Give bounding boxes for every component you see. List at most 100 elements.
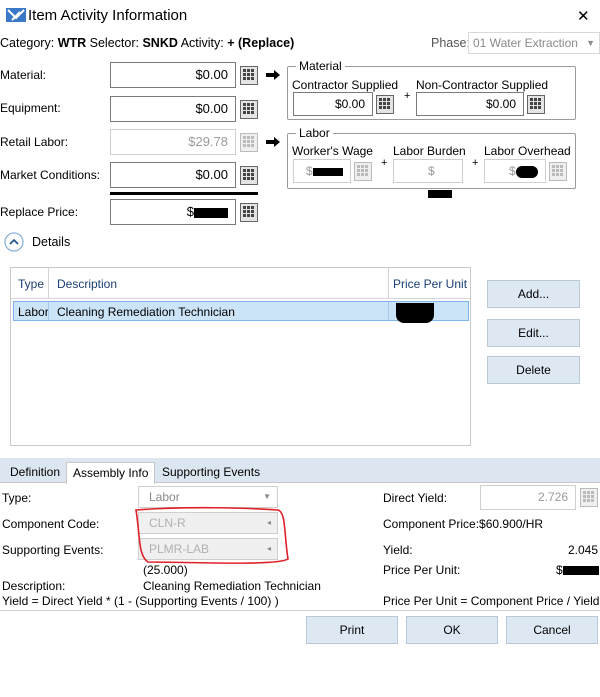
retail-labor-label: Retail Labor: bbox=[0, 135, 69, 149]
phase-select[interactable]: 01 Water Extraction ▼ bbox=[468, 32, 600, 54]
title-bar: Item Activity Information ✕ bbox=[0, 0, 600, 30]
app-icon bbox=[6, 8, 26, 22]
equipment-label: Equipment: bbox=[0, 101, 61, 115]
calculator-icon[interactable] bbox=[240, 203, 258, 222]
contractor-supplied-field[interactable]: $0.00 bbox=[293, 92, 373, 116]
arrow-right-icon bbox=[266, 137, 280, 147]
market-conditions-label: Market Conditions: bbox=[0, 168, 101, 182]
replace-price-prefix: $ bbox=[186, 204, 194, 219]
equipment-field[interactable]: $0.00 bbox=[110, 96, 236, 122]
details-label: Details bbox=[32, 235, 71, 249]
direct-yield-field: 2.726 bbox=[480, 485, 576, 510]
row-type: Labor bbox=[18, 305, 49, 319]
price-per-unit-value: $ bbox=[556, 563, 599, 577]
noncontractor-supplied-field[interactable]: $0.00 bbox=[416, 92, 524, 116]
category-label: Category: bbox=[0, 36, 55, 50]
supporting-events-label: Supporting Events: bbox=[2, 543, 104, 557]
direct-yield-label: Direct Yield: bbox=[383, 491, 448, 505]
burden-prefix: $ bbox=[428, 164, 435, 178]
plus-sign: + bbox=[381, 157, 388, 169]
column-divider bbox=[48, 268, 49, 299]
table-row[interactable]: Labor Cleaning Remediation Technician bbox=[13, 301, 469, 323]
replace-price-label: Replace Price: bbox=[0, 205, 79, 219]
selector-label: Selector: bbox=[89, 36, 139, 50]
price-per-unit-label: Price Per Unit: bbox=[383, 563, 461, 577]
retail-labor-field: $29.78 bbox=[110, 129, 236, 155]
redacted-mark bbox=[515, 165, 538, 178]
calculator-icon[interactable] bbox=[527, 95, 545, 114]
calculator-icon bbox=[354, 162, 372, 181]
footer-divider bbox=[0, 610, 600, 611]
ok-button[interactable]: OK bbox=[406, 616, 498, 644]
column-header-type[interactable]: Type bbox=[18, 277, 44, 291]
material-field[interactable]: $0.00 bbox=[110, 62, 236, 88]
dropdown-arrow-icon[interactable]: ▼ bbox=[586, 33, 595, 53]
column-header-description[interactable]: Description bbox=[57, 277, 117, 291]
calculator-icon bbox=[549, 162, 567, 181]
close-icon[interactable]: ✕ bbox=[577, 7, 590, 25]
column-header-price[interactable]: Price Per Unit bbox=[393, 277, 467, 291]
supporting-events-total: (25.000) bbox=[143, 563, 188, 577]
window-title: Item Activity Information bbox=[28, 7, 188, 24]
type-label: Type: bbox=[2, 491, 32, 505]
chevron-up-icon[interactable] bbox=[4, 232, 24, 252]
type-value: Labor bbox=[149, 490, 180, 504]
calculator-icon[interactable] bbox=[240, 100, 258, 119]
add-button[interactable]: Add... bbox=[487, 280, 580, 308]
activity-label: Activity: bbox=[180, 36, 224, 50]
redacted-mark bbox=[396, 303, 434, 323]
plus-sign: + bbox=[472, 157, 479, 169]
contractor-supplied-label: Contractor Supplied bbox=[292, 78, 399, 92]
category-value: WTR bbox=[57, 36, 87, 50]
calculator-icon[interactable] bbox=[240, 166, 258, 185]
labor-overhead-label: Labor Overhead bbox=[484, 144, 571, 158]
column-divider bbox=[48, 302, 49, 320]
material-group-title: Material bbox=[296, 59, 345, 73]
column-divider bbox=[388, 302, 389, 320]
labor-group-title: Labor bbox=[296, 126, 333, 140]
annotation-circle bbox=[135, 506, 289, 564]
ppu-formula: Price Per Unit = Component Price / Yield bbox=[383, 594, 600, 608]
tab-assembly-info[interactable]: Assembly Info bbox=[66, 462, 156, 484]
calculator-icon[interactable] bbox=[240, 66, 258, 85]
overhead-prefix: $ bbox=[509, 164, 516, 178]
workers-wage-field: $ bbox=[293, 159, 351, 183]
wage-prefix: $ bbox=[306, 164, 313, 178]
cancel-button[interactable]: Cancel bbox=[506, 616, 598, 644]
labor-overhead-field: $ bbox=[484, 159, 546, 183]
component-price-label: Component Price:$60.900/HR bbox=[383, 517, 543, 531]
edit-button[interactable]: Edit... bbox=[487, 319, 580, 347]
description-value: Cleaning Remediation Technician bbox=[143, 579, 321, 593]
header-line: Category: WTR Selector: SNKD Activity: +… bbox=[0, 36, 294, 50]
tab-definition[interactable]: Definition bbox=[4, 462, 66, 483]
market-conditions-field[interactable]: $0.00 bbox=[110, 162, 236, 188]
component-price-value: $60.900/HR bbox=[479, 517, 544, 531]
table-header: Type Description Price Per Unit bbox=[11, 268, 470, 299]
labor-burden-field: $ bbox=[393, 159, 463, 198]
calculator-icon[interactable] bbox=[376, 95, 394, 114]
plus-sign: + bbox=[404, 90, 411, 102]
replace-price-field[interactable]: $ bbox=[110, 199, 236, 225]
arrow-right-icon bbox=[266, 70, 280, 80]
redacted-mark bbox=[562, 566, 599, 576]
component-code-label: Component Code: bbox=[2, 517, 100, 531]
phase-label: Phase: bbox=[431, 36, 470, 50]
description-label: Description: bbox=[2, 579, 66, 593]
yield-label: Yield: bbox=[383, 543, 413, 557]
print-button[interactable]: Print bbox=[306, 616, 398, 644]
ppu-prefix: $ bbox=[556, 563, 563, 577]
details-toggle[interactable]: Details bbox=[4, 232, 84, 252]
redacted-mark bbox=[312, 167, 343, 176]
items-table: Type Description Price Per Unit Labor Cl… bbox=[10, 267, 471, 446]
component-price-label-text: Component Price: bbox=[383, 517, 480, 531]
workers-wage-label: Worker's Wage bbox=[292, 144, 373, 158]
column-divider bbox=[388, 268, 389, 299]
calculator-icon bbox=[240, 133, 258, 152]
labor-burden-label: Labor Burden bbox=[393, 144, 466, 158]
delete-button[interactable]: Delete bbox=[487, 356, 580, 384]
total-underline bbox=[110, 192, 258, 195]
row-description: Cleaning Remediation Technician bbox=[57, 305, 235, 319]
selector-value: SNKD bbox=[142, 36, 178, 50]
tab-supporting-events[interactable]: Supporting Events bbox=[156, 462, 266, 483]
redacted-mark bbox=[428, 189, 452, 198]
